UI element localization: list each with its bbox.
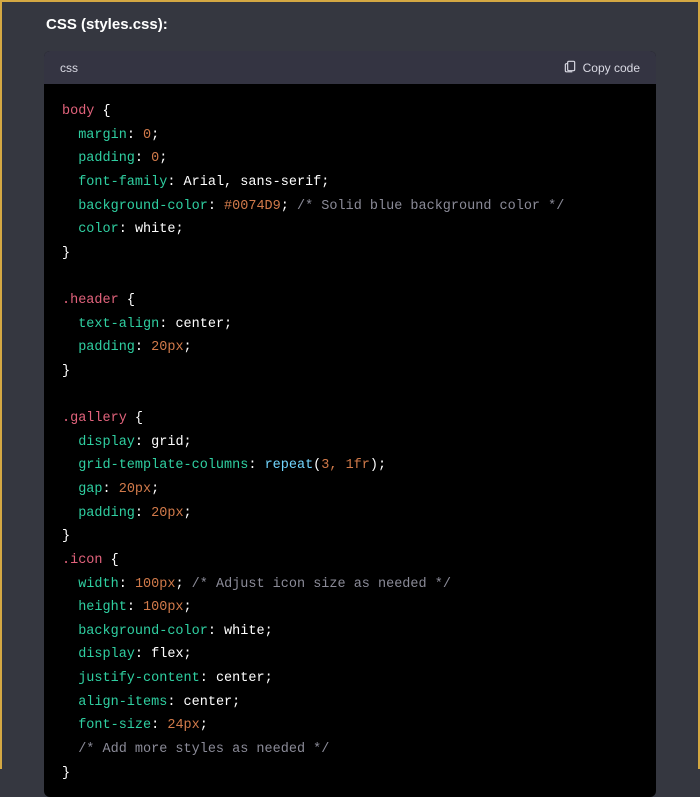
code-block: css Copy code body { margin: 0; padding:…: [44, 51, 656, 797]
copy-code-label: Copy code: [583, 61, 640, 75]
code-body: body { margin: 0; padding: 0; font-famil…: [44, 84, 656, 797]
code-header: css Copy code: [44, 51, 656, 84]
clipboard-icon: [563, 59, 577, 76]
copy-code-button[interactable]: Copy code: [563, 59, 640, 76]
section-title: CSS (styles.css):: [46, 16, 688, 33]
code-lang-label: css: [60, 61, 78, 75]
